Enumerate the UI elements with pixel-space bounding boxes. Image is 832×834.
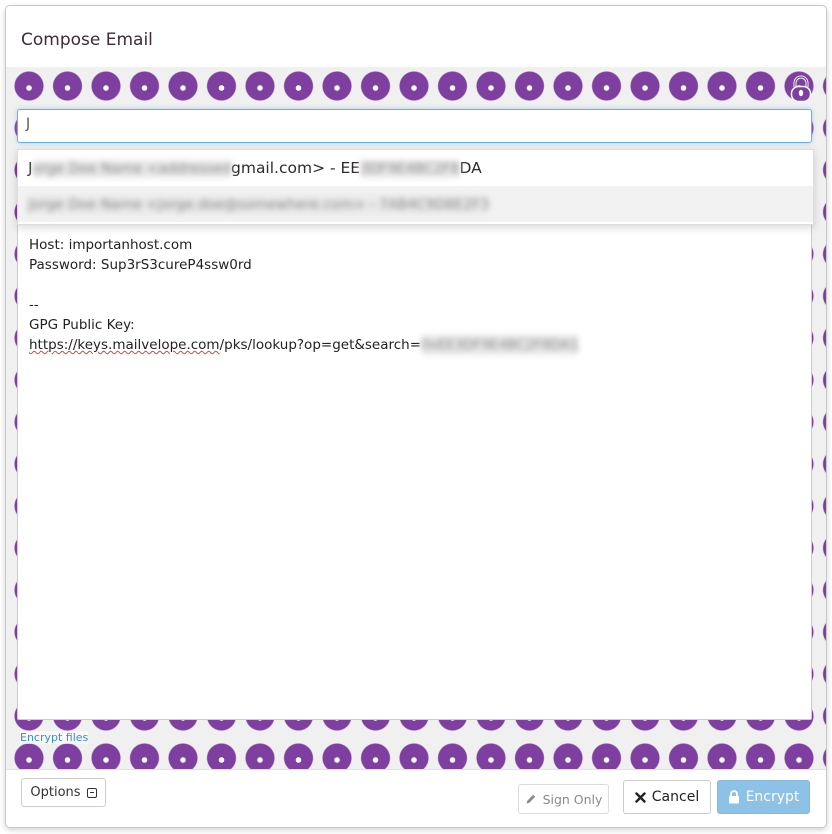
- link-path: /pks/lookup?op=get&search=: [219, 337, 422, 353]
- dialog-footer: Options Sign Only Cancel Encrypt: [6, 769, 826, 827]
- suggestion-text-suffix: DA: [459, 159, 482, 177]
- message-line: Host: importanhost.com: [29, 237, 193, 253]
- options-button[interactable]: Options: [21, 778, 106, 807]
- encrypt-files-link[interactable]: Encrypt files: [20, 731, 89, 744]
- message-line: GPG Public Key:: [29, 317, 135, 333]
- recipient-input-value: J: [26, 116, 31, 132]
- options-label: Options: [30, 785, 81, 800]
- dialog-header: Compose Email: [6, 6, 826, 68]
- link-prefix: https://: [29, 337, 78, 353]
- redacted-key-id: 3DF9E4BC2F8: [360, 159, 460, 178]
- message-line: --: [29, 297, 39, 313]
- pencil-icon: [526, 794, 535, 804]
- suggestion-text-middle: gmail.com> - EE: [231, 159, 361, 177]
- collapse-box-icon: [86, 787, 97, 798]
- suggestion-item[interactable]: Jorge Doe Name <addressedgmail.com> - EE…: [18, 150, 813, 186]
- encrypt-button[interactable]: Encrypt: [717, 780, 810, 814]
- compose-email-dialog: Compose Email J Jorge Doe Name <addresse…: [5, 5, 827, 828]
- dialog-title: Compose Email: [21, 30, 153, 50]
- sign-only-button[interactable]: Sign Only: [518, 784, 609, 814]
- redacted-key-search: 0xEE3DF9E4BC2F8DA1: [421, 335, 579, 355]
- message-body-text: Host: importanhost.com Password: Sup3rS3…: [29, 235, 799, 355]
- redacted-name: orge Doe Name <addressed: [32, 159, 231, 178]
- recipient-suggestions-dropdown: Jorge Doe Name <addressedgmail.com> - EE…: [17, 149, 814, 225]
- lock-icon: [728, 790, 739, 804]
- cancel-label: Cancel: [651, 789, 700, 805]
- message-line: [29, 275, 799, 295]
- message-line: Password: Sup3rS3cureP4ssw0rd: [29, 257, 252, 273]
- x-icon: [635, 791, 646, 803]
- cancel-button[interactable]: Cancel: [623, 780, 711, 814]
- suggestion-text-prefix: J: [28, 159, 33, 177]
- link-domain: keys.mailvelope.com: [77, 337, 220, 353]
- recipient-input[interactable]: J: [17, 109, 812, 143]
- padlock-icon: [790, 75, 812, 103]
- encrypt-label: Encrypt: [745, 789, 800, 805]
- sign-only-label: Sign Only: [542, 791, 603, 807]
- public-key-link: https://keys.mailvelope.com/pks/lookup?o…: [29, 335, 799, 355]
- suggestion-item[interactable]: Jorge Doe Name <jorge.doe@somewhere.com>…: [18, 186, 813, 222]
- redacted-suggestion: Jorge Doe Name <jorge.doe@somewhere.com>…: [28, 195, 490, 214]
